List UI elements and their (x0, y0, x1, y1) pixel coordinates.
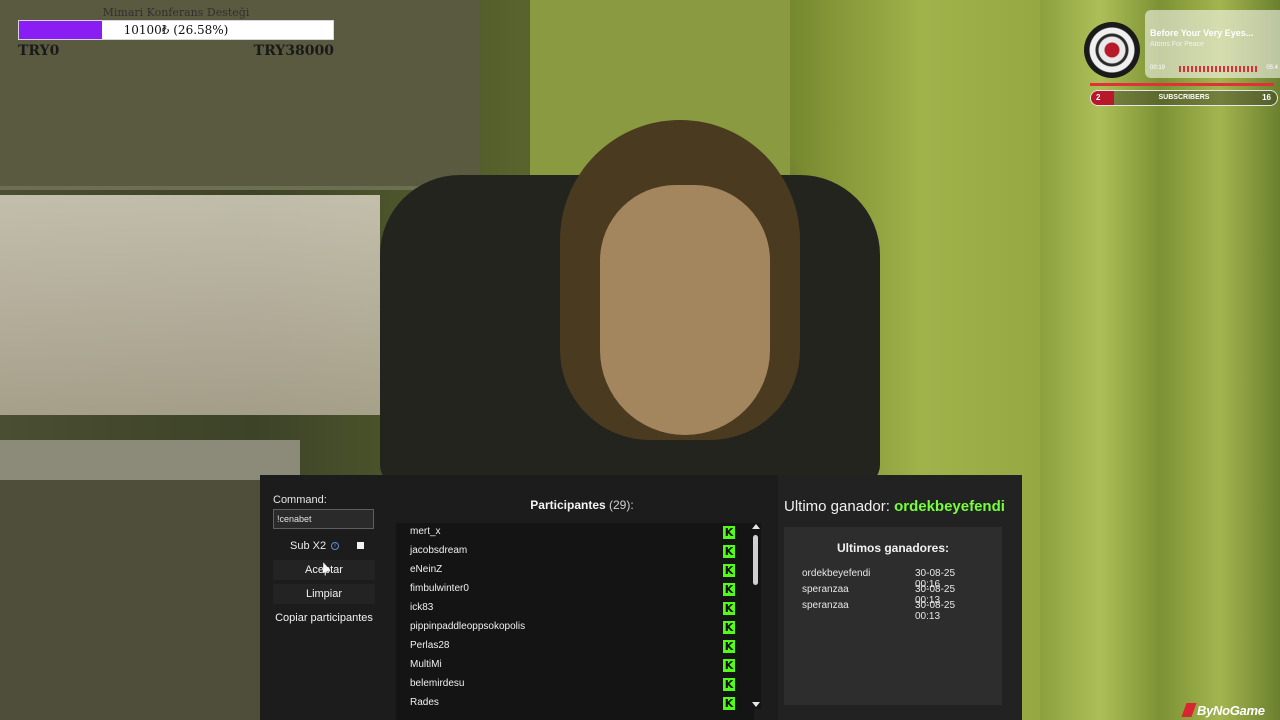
command-column: Command: Sub X2 i Aceptar Limpiar Copiar… (260, 475, 392, 720)
winners-column: Ultimo ganador: ordekbeyefendi Ultimos g… (778, 475, 1022, 720)
winner-row: speranzaa 30-08-25 00:13 (802, 600, 982, 622)
last-winner-label: Ultimo ganador: (784, 498, 890, 515)
kitchen-counter (0, 440, 300, 480)
scroll-thumb[interactable] (753, 535, 758, 585)
subscribers-goal-bar: 2 SUBSCRIBERS 16 (1090, 90, 1278, 106)
participants-header: Participantes (29): (396, 498, 768, 512)
winner-name: speranzaa (802, 584, 849, 595)
brand-text: ByNoGame (1197, 702, 1265, 718)
participant-row: Perlas28 K (396, 637, 754, 656)
participant-name: pippinpaddleoppsokopolis (410, 621, 526, 632)
scroll-up-arrow-icon[interactable] (752, 524, 760, 529)
participant-row: mert_x K (396, 523, 754, 542)
winner-row: speranzaa 30-08-25 00:13 (802, 584, 982, 606)
participant-name: fimbulwinter0 (410, 583, 469, 594)
kick-icon: K (723, 697, 735, 710)
subscribers-goal: 16 (1262, 93, 1271, 102)
sub-x2-label: Sub X2 (290, 540, 327, 552)
clear-button[interactable]: Limpiar (273, 584, 375, 604)
participant-name: Perlas28 (410, 640, 450, 651)
kick-icon: K (723, 602, 735, 615)
participants-column: Participantes (29): mert_x Kjacobsdream Ke… (396, 475, 768, 720)
song-elapsed: 00:19 (1150, 65, 1166, 71)
participant-row: eNeinZ K (396, 561, 754, 580)
now-playing-progress-line (1090, 83, 1274, 86)
participants-scrollbar[interactable] (751, 523, 761, 709)
info-icon[interactable]: i (331, 542, 340, 550)
last-winners-title: Ultimos ganadores: (836, 541, 950, 555)
participant-row: fimbulwinter0 K (396, 580, 754, 599)
album-art-disc-icon (1084, 22, 1140, 78)
participant-name: mert_x (410, 526, 441, 537)
kick-icon: K (723, 564, 735, 577)
participant-name: jacobsdream (410, 545, 468, 556)
goal-title: Mimari Konferans Desteği (102, 6, 250, 19)
participant-row: pippinpaddleoppsokopolis K (396, 618, 754, 637)
participant-row: jacobsdream K (396, 542, 754, 561)
goal-max: TRY38000 (253, 43, 334, 59)
bynogame-logo-icon (1181, 703, 1197, 717)
participants-title: Participantes (530, 498, 606, 512)
kick-icon: K (723, 583, 735, 596)
sub-x2-checkbox[interactable] (357, 542, 364, 549)
goal-progress-bar: 10100₺ (26.58%) (18, 20, 334, 40)
copy-participants-button[interactable]: Copiar participantes (266, 608, 382, 628)
kick-icon: K (723, 545, 735, 558)
participants-count: (29): (609, 498, 634, 512)
participant-row: ick83 K (396, 599, 754, 618)
last-winner-name: ordekbeyefendi (894, 498, 1005, 515)
winner-time: 30-08-25 00:13 (915, 600, 956, 622)
goal-amount: 10100₺ (26.58%) (123, 23, 229, 37)
subscribers-label: SUBSCRIBERS (1158, 94, 1210, 101)
participant-row: belemirdesu K (396, 675, 754, 694)
song-title: Before Your Very Eyes... (1150, 28, 1254, 38)
participant-name: belemirdesu (410, 678, 465, 689)
participant-name: MultiMi (410, 659, 442, 670)
winner-name: ordekbeyefendi (802, 568, 871, 579)
kick-icon: K (723, 678, 735, 691)
winner-name: speranzaa (802, 600, 849, 611)
streamer-face (600, 185, 770, 435)
participant-row: MultiMi K (396, 656, 754, 675)
now-playing-widget: Before Your Very Eyes... Atoms For Peace… (1145, 10, 1280, 78)
curtain (1040, 0, 1280, 720)
lower-cabinet (0, 480, 300, 720)
kitchen-wall (0, 195, 380, 415)
command-label: Command: (273, 494, 327, 506)
participant-name: ick83 (410, 602, 434, 613)
sub-x2-option: Sub X2 i (290, 539, 370, 553)
goal-min: TRY0 (18, 43, 60, 59)
kick-icon: K (723, 526, 735, 539)
kick-icon: K (723, 621, 735, 634)
donation-goal-widget: Mimari Konferans Desteği 10100₺ (26.58%)… (18, 6, 334, 59)
participant-row: Rades K (396, 694, 754, 713)
song-artist: Atoms For Peace (1150, 41, 1205, 48)
winner-row: ordekbeyefendi 30-08-25 00:16 (802, 568, 982, 590)
brand-watermark: ByNoGame (1181, 700, 1265, 720)
waveform-icon (1179, 66, 1257, 72)
kick-icon: K (723, 659, 735, 672)
giveaway-panel: Command: Sub X2 i Aceptar Limpiar Copiar… (260, 475, 1022, 720)
participants-list[interactable]: mert_x Kjacobsdream KeNeinZ Kfimbulwinter0 K… (396, 523, 754, 720)
song-duration: 05:4 (1266, 65, 1278, 71)
last-winners-box: Ultimos ganadores: ordekbeyefendi 30-08-2… (784, 527, 1002, 705)
command-input[interactable] (273, 509, 374, 529)
participant-name: Rades (410, 697, 439, 708)
kick-icon: K (723, 640, 735, 653)
scroll-down-arrow-icon[interactable] (752, 702, 760, 707)
last-winner: Ultimo ganador: ordekbeyefendi (784, 498, 1005, 515)
participant-name: eNeinZ (410, 564, 443, 575)
